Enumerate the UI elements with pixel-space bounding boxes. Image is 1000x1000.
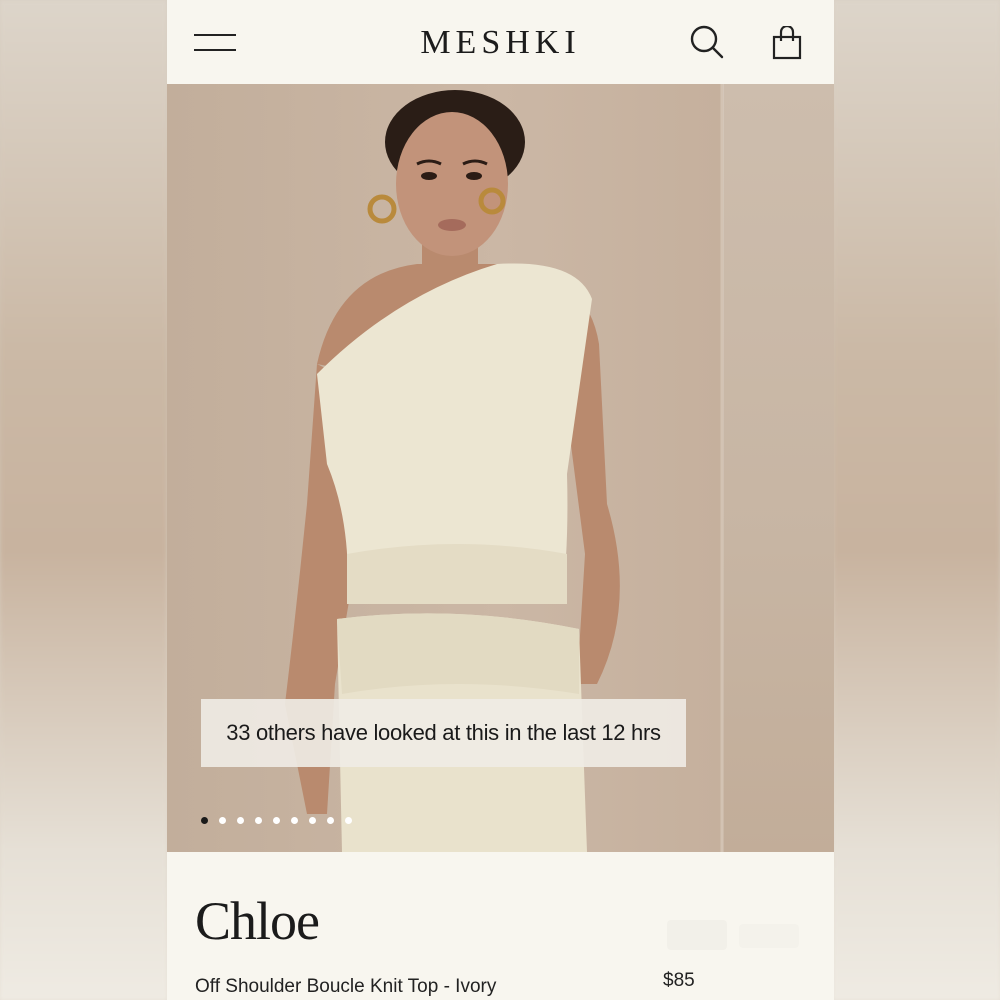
carousel-dot-5[interactable]: [273, 817, 280, 824]
product-info: Chloe Off Shoulder Boucle Knit Top - Ivo…: [167, 852, 834, 1000]
product-image-carousel[interactable]: 33 others have looked at this in the las…: [167, 84, 834, 852]
background-blur-right: [833, 0, 1000, 1000]
product-title: Chloe: [195, 891, 320, 951]
carousel-dot-2[interactable]: [219, 817, 226, 824]
site-header: MESHKI: [167, 0, 834, 84]
carousel-dot-4[interactable]: [255, 817, 262, 824]
carousel-dot-8[interactable]: [327, 817, 334, 824]
carousel-dot-1[interactable]: [201, 817, 208, 824]
product-page: MESHKI 33 others have looked at this in …: [167, 0, 834, 1000]
carousel-pagination: [201, 817, 352, 827]
product-price: $85: [663, 970, 695, 991]
search-icon[interactable]: [689, 24, 725, 60]
brand-logo[interactable]: MESHKI: [167, 24, 834, 62]
next-slide-preview[interactable]: [723, 84, 834, 852]
carousel-dot-3[interactable]: [237, 817, 244, 824]
faint-watermark: [667, 920, 799, 950]
shopping-bag-icon[interactable]: [771, 26, 803, 60]
carousel-dot-6[interactable]: [291, 817, 298, 824]
carousel-dot-7[interactable]: [309, 817, 316, 824]
product-description: Off Shoulder Boucle Knit Top - Ivory: [195, 976, 497, 997]
recently-viewed-notice: 33 others have looked at this in the las…: [201, 699, 686, 767]
background-blur-left: [0, 0, 167, 1000]
carousel-dot-9[interactable]: [345, 817, 352, 824]
